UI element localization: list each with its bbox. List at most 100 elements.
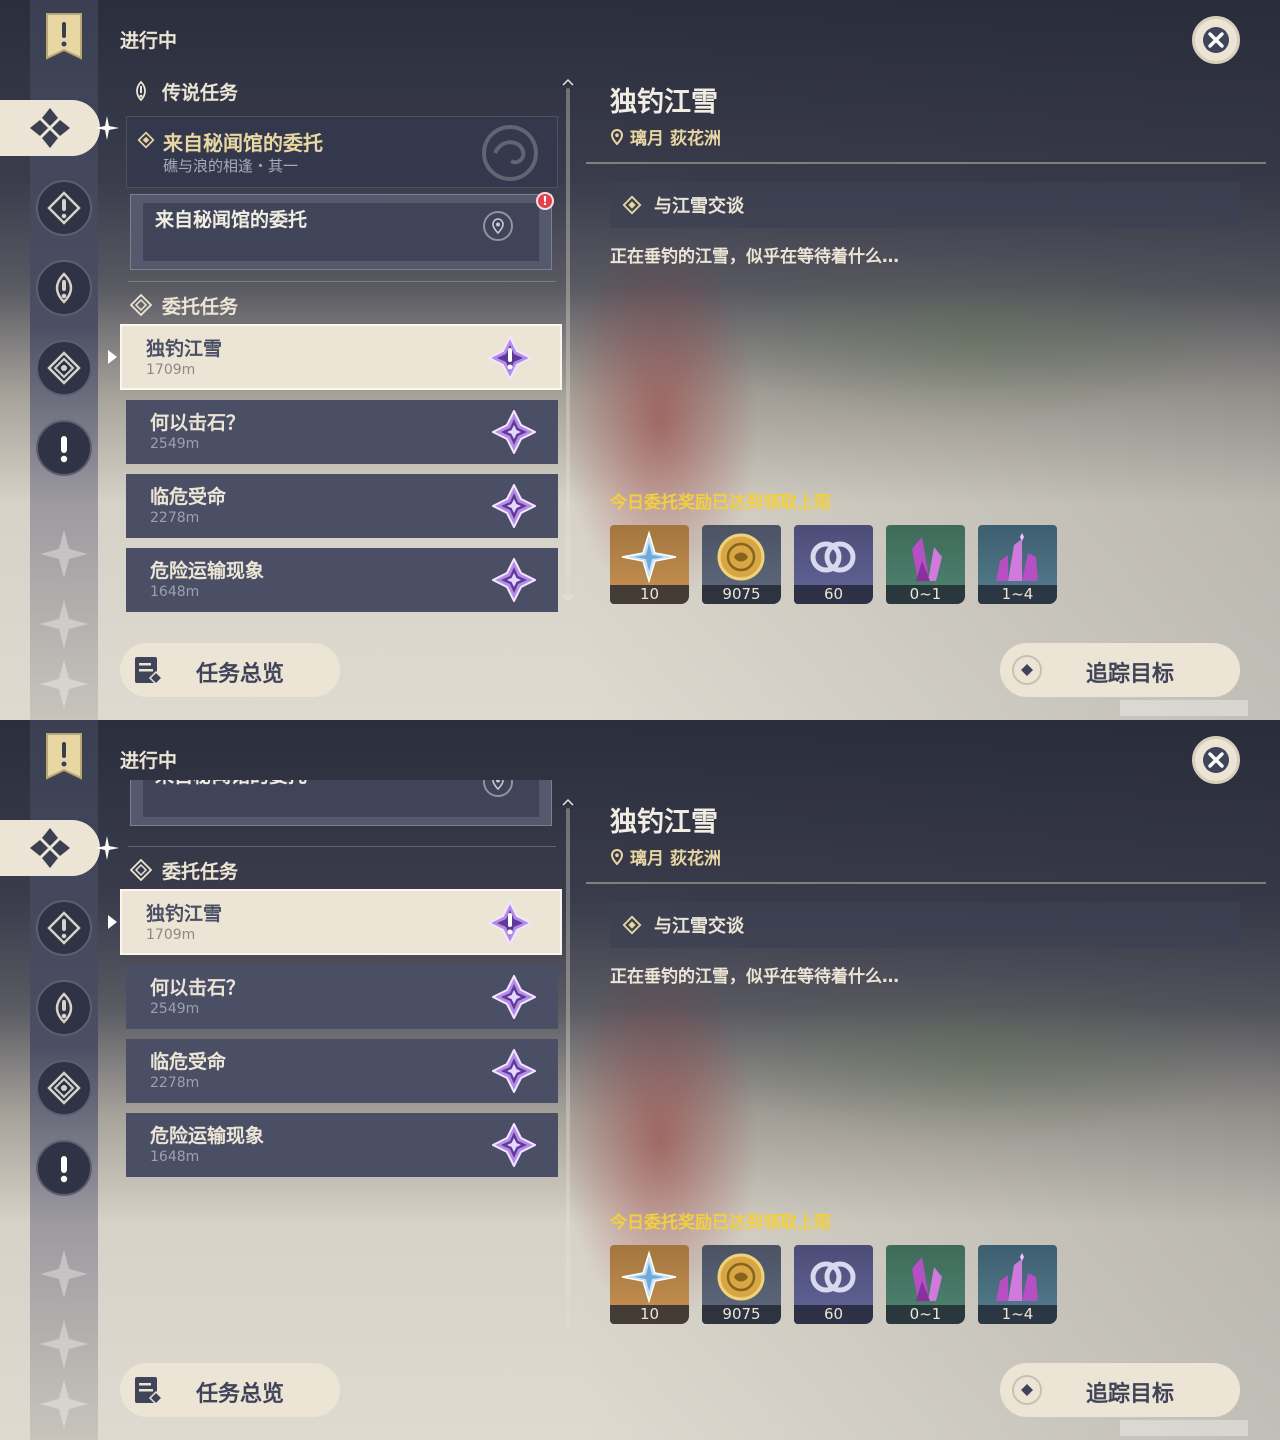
quest-log-screenshot-bottom: 进行中 来自秘闻馆的委托 委托任务 独钓江雪 1709m 何以击石？ 2549m… [0,720,1280,1440]
reward-item[interactable]: 60 [794,525,873,604]
quest-name: 临危受命 [150,486,227,508]
legend-quest-icon [55,272,73,304]
location-region: 璃月 [630,849,664,869]
location-region: 璃月 [630,129,664,149]
reward-list: 10 9075 60 0~1 1~4 [610,525,1057,604]
quest-distance: 2549m [150,1001,200,1017]
map-pin-icon [492,780,504,790]
legend-subquest-card[interactable]: 来自秘闻馆的委托 ! [130,192,554,270]
quest-row[interactable]: 危险运输现象 1648m [126,1113,558,1177]
alert-badge: ! [536,192,554,210]
quest-row[interactable]: 何以击石？ 2549m [126,965,558,1029]
quest-book-icon [135,1377,164,1406]
ornament-divider [586,882,1266,884]
legend-subquest-card[interactable]: 来自秘闻馆的委托 [130,780,552,826]
quest-diamond-icon [137,131,155,149]
rail-tab-legend[interactable] [36,980,92,1036]
reward-item[interactable]: 60 [794,1245,873,1324]
selected-indicator-icon [108,350,117,364]
scroll-up-icon[interactable] [562,78,574,86]
rail-tab-legend[interactable] [36,260,92,316]
mora-icon [717,533,765,581]
rail-tab-story[interactable] [36,340,92,396]
quest-overview-button[interactable]: 任务总览 [120,643,340,697]
reward-count: 10 [610,585,689,604]
rail-tab-world[interactable] [36,900,92,956]
quest-row-selected[interactable]: 独钓江雪 1709m [120,889,562,955]
reward-item[interactable]: 0~1 [886,525,965,604]
quest-overview-button[interactable]: 任务总览 [120,1363,340,1417]
gem-fragment-icon [912,537,942,581]
quest-objective: 与江雪交谈 [610,182,1240,228]
quest-row-selected[interactable]: 独钓江雪 1709m [120,324,562,390]
subquest-title: 来自秘闻馆的委托 [155,209,308,231]
quest-row[interactable]: 临危受命 2278m [126,474,558,538]
quest-name: 危险运输现象 [150,560,265,582]
commission-star-icon [492,1123,536,1167]
banner-icon[interactable] [45,12,83,60]
reward-count: 9075 [702,1305,781,1324]
reward-item[interactable]: 0~1 [886,1245,965,1324]
close-icon [1203,747,1229,773]
commission-star-icon [492,558,536,602]
reward-item[interactable]: 1~4 [978,525,1057,604]
close-button[interactable] [1192,736,1240,784]
quest-name: 临危受命 [150,1051,227,1073]
in-progress-heading: 进行中 [120,30,178,52]
story-quest-icon [47,351,81,385]
primogem-icon [621,1251,677,1303]
mora-icon [717,1253,765,1301]
scroll-up-icon[interactable] [562,798,574,806]
close-icon [1203,27,1229,53]
reward-item[interactable]: 9075 [702,1245,781,1324]
active-sparkle-icon [95,116,119,140]
primogem-icon [621,531,677,583]
quest-row[interactable]: 危险运输现象 1648m [126,548,558,612]
quest-log-screenshot-top: 进行中 传说任务 来自秘闻馆的委托 礁与浪的相逢・其一 来自秘闻馆的委托 ! 委… [0,0,1280,720]
quest-list-scrollbar[interactable] [566,808,570,1328]
quest-row[interactable]: 临危受命 2278m [126,1039,558,1103]
rail-tab-commissions[interactable] [0,820,100,876]
legend-category-header: 传说任务 [130,76,238,106]
rail-tab-event[interactable] [36,420,92,476]
rail-tab-event[interactable] [36,1140,92,1196]
reward-item[interactable]: 10 [610,1245,689,1324]
map-pin-button[interactable] [483,211,513,241]
reward-item[interactable]: 10 [610,525,689,604]
objective-diamond-icon [622,195,642,215]
reward-count: 1~4 [978,585,1057,604]
location-pin-icon [610,848,624,865]
quest-list-scrollbar[interactable] [566,88,570,600]
subquest-title: 来自秘闻馆的委托 [155,780,307,788]
reward-item[interactable]: 9075 [702,525,781,604]
quest-location: 璃月 荻花洲 [610,124,721,149]
decorative-star-icon [40,1380,88,1428]
rail-tab-commissions[interactable] [0,100,100,156]
track-target-button[interactable]: 追踪目标 [1000,1363,1240,1417]
location-pin-icon [610,128,624,145]
selected-indicator-icon [108,915,117,929]
scroll-down-icon[interactable] [562,594,574,602]
track-diamond-icon [1012,1375,1042,1405]
reward-limit-notice: 今日委托奖励已达到领取上限 [610,1213,831,1233]
rail-tab-world[interactable] [36,180,92,236]
quest-distance: 1648m [150,1149,200,1165]
commission-star-icon [492,1049,536,1093]
close-button[interactable] [1192,16,1240,64]
commission-icon [30,828,70,868]
exclamation-icon [60,1156,68,1183]
quest-row[interactable]: 何以击石？ 2549m [126,400,558,464]
overview-label: 任务总览 [196,662,285,687]
map-pin-icon [492,218,504,234]
legend-quest-card[interactable]: 来自秘闻馆的委托 礁与浪的相逢・其一 [126,116,558,188]
track-label: 追踪目标 [1086,1382,1175,1407]
quest-name: 独钓江雪 [146,903,223,925]
rail-tab-story[interactable] [36,1060,92,1116]
world-quest-icon [47,911,81,945]
commission-alert-icon [488,901,532,945]
list-viewport-clip: 来自秘闻馆的委托 [126,780,562,860]
track-target-button[interactable]: 追踪目标 [1000,643,1240,697]
reward-item[interactable]: 1~4 [978,1245,1057,1324]
quest-detail-title: 独钓江雪 [610,807,718,838]
banner-icon[interactable] [45,732,83,780]
